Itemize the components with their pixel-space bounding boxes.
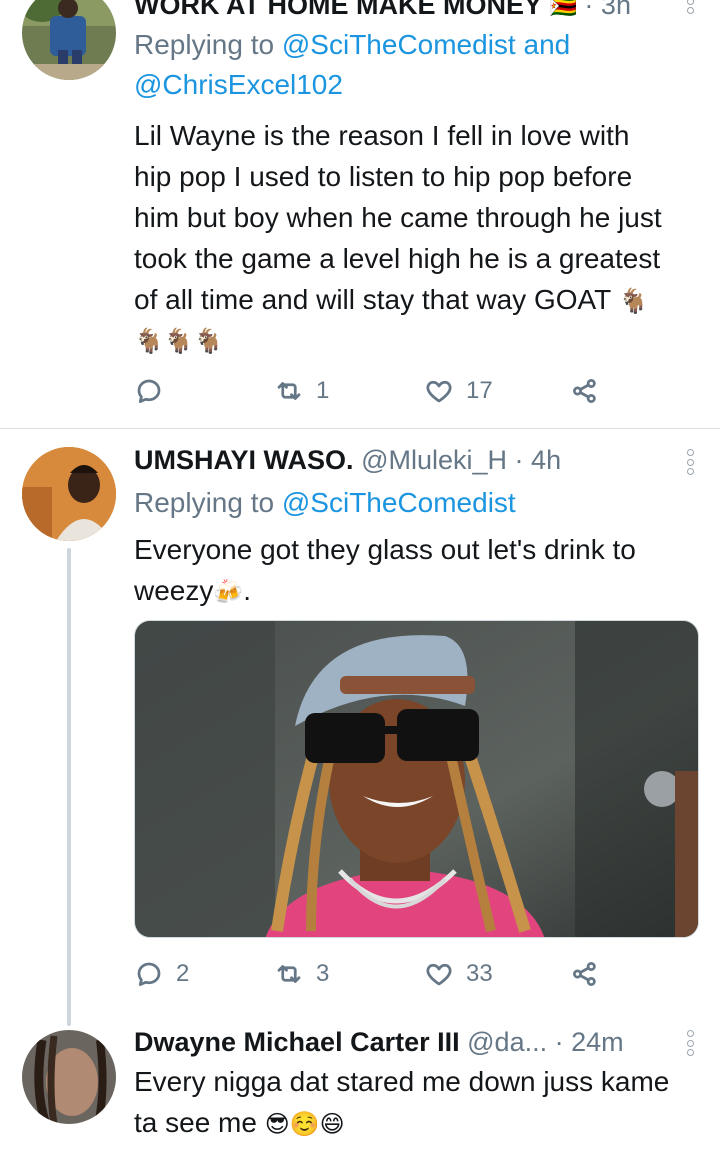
reply-icon xyxy=(137,379,161,403)
mention-link[interactable]: @ChrisExcel102 xyxy=(134,69,343,100)
like-button[interactable]: 17 xyxy=(424,371,493,411)
mention-link[interactable]: @SciTheComedist xyxy=(282,29,516,60)
retweet-icon xyxy=(277,382,301,400)
tweet-actions: 2 3 33 xyxy=(134,954,614,994)
share-button[interactable] xyxy=(570,371,600,411)
beer-emoji: 🍻 xyxy=(213,579,244,607)
tweet-text: Every nigga dat stared me down juss kame… xyxy=(134,1061,698,1145)
tweet-1[interactable]: WORK AT HOME MAKE MONEY 🇿🇼 · 3h Replying… xyxy=(0,0,720,428)
share-icon xyxy=(573,379,596,403)
tweet-header: UMSHAYI WASO. @Mluleki_H · 4h xyxy=(134,445,562,475)
mention-link[interactable]: @SciTheComedist xyxy=(282,487,516,518)
heart-icon xyxy=(426,380,452,403)
more-vertical-icon[interactable] xyxy=(686,449,694,475)
replying-to: Replying to @SciTheComedist xyxy=(134,487,516,518)
tweet-actions: 1 17 xyxy=(134,371,614,411)
reply-icon xyxy=(137,962,161,986)
replying-to: Replying to @SciTheComedist and xyxy=(134,29,571,60)
tweet-media-image[interactable] xyxy=(134,620,699,938)
more-vertical-icon[interactable] xyxy=(686,1030,694,1056)
display-name[interactable]: UMSHAYI WASO. xyxy=(134,445,354,475)
share-button[interactable] xyxy=(570,954,600,994)
retweet-button[interactable]: 1 xyxy=(274,371,329,411)
tweet-3[interactable]: Dwayne Michael Carter III @da... · 24m E… xyxy=(0,1020,720,1151)
reply-button[interactable]: 2 xyxy=(134,954,189,994)
goat-emoji: 🐐 xyxy=(618,288,649,316)
handle[interactable]: @da... xyxy=(467,1027,547,1057)
mention-and[interactable]: and xyxy=(524,29,571,60)
timestamp[interactable]: 3h xyxy=(601,0,631,20)
more-vertical-icon[interactable] xyxy=(686,0,694,14)
goat-emoji-line: 🐐🐐🐐 xyxy=(134,328,224,356)
reply-button[interactable] xyxy=(134,371,176,411)
tweet-header: WORK AT HOME MAKE MONEY 🇿🇼 · 3h xyxy=(134,0,698,22)
like-button[interactable]: 33 xyxy=(424,954,493,994)
display-name[interactable]: WORK AT HOME MAKE MONEY xyxy=(134,0,542,20)
avatar[interactable] xyxy=(22,0,116,80)
retweet-button[interactable]: 3 xyxy=(274,954,329,994)
display-name[interactable]: Dwayne Michael Carter III xyxy=(134,1027,460,1057)
timestamp[interactable]: 4h xyxy=(531,445,561,475)
tweet-header: Dwayne Michael Carter III @da... · 24m xyxy=(134,1027,624,1057)
flag-emoji: 🇿🇼 xyxy=(549,0,577,19)
tweet-text: Lil Wayne is the reason I fell in love w… xyxy=(134,115,698,362)
retweet-icon xyxy=(277,965,301,983)
avatar[interactable] xyxy=(22,1030,116,1124)
timestamp[interactable]: 24m xyxy=(571,1027,624,1057)
avatar[interactable] xyxy=(22,447,116,541)
replying-to-second: @ChrisExcel102 xyxy=(134,65,698,105)
handle[interactable]: @Mluleki_H xyxy=(361,445,507,475)
share-icon xyxy=(573,962,596,986)
emoji-sequence: 😎☺️😄 xyxy=(264,1111,345,1139)
heart-icon xyxy=(426,963,452,986)
tweet-text: Everyone got they glass out let's drink … xyxy=(134,529,698,613)
